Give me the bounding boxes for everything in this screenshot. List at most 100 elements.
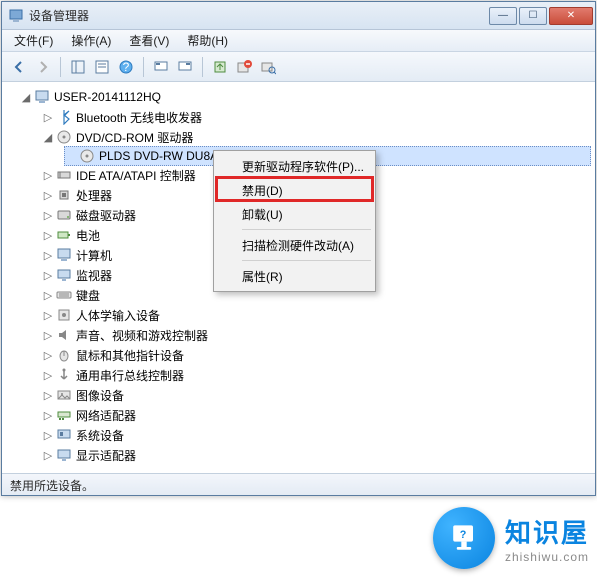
menubar: 文件(F) 操作(A) 查看(V) 帮助(H) bbox=[2, 30, 595, 52]
keyboard-icon bbox=[56, 287, 72, 303]
tree-item-label: 键盘 bbox=[76, 287, 100, 304]
minimize-button[interactable]: — bbox=[489, 7, 517, 25]
tree-item-label: 电池 bbox=[76, 227, 100, 244]
expand-icon[interactable]: ▷ bbox=[42, 449, 54, 462]
svg-text:?: ? bbox=[460, 529, 467, 541]
tree-item-label: Bluetooth 无线电收发器 bbox=[76, 109, 202, 126]
ctx-uninstall[interactable]: 卸载(U) bbox=[216, 202, 373, 226]
tree-item-bluetooth[interactable]: ▷ Bluetooth 无线电收发器 bbox=[42, 107, 591, 127]
disc-icon bbox=[79, 148, 95, 164]
tree-item-label: 监视器 bbox=[76, 267, 112, 284]
titlebar: 设备管理器 — ☐ ✕ bbox=[2, 2, 595, 30]
properties-icon[interactable] bbox=[91, 56, 113, 78]
tree-item-label: 声音、视频和游戏控制器 bbox=[76, 327, 208, 344]
back-button[interactable] bbox=[8, 56, 30, 78]
tree-item-usb[interactable]: ▷ 通用串行总线控制器 bbox=[42, 365, 591, 385]
update-driver-icon[interactable] bbox=[209, 56, 231, 78]
tree-item-sound[interactable]: ▷ 声音、视频和游戏控制器 bbox=[42, 325, 591, 345]
expand-icon[interactable]: ▷ bbox=[42, 369, 54, 382]
battery-icon bbox=[56, 227, 72, 243]
watermark-name: 知识屋 bbox=[505, 513, 589, 550]
tree-item-display[interactable]: ▷显示适配器 bbox=[42, 445, 591, 465]
watermark-badge-icon: ? bbox=[433, 507, 495, 569]
menu-file[interactable]: 文件(F) bbox=[6, 30, 61, 51]
tree-item-label: IDE ATA/ATAPI 控制器 bbox=[76, 167, 196, 184]
context-menu: 更新驱动程序软件(P)... 禁用(D) 卸载(U) 扫描检测硬件改动(A) 属… bbox=[213, 150, 376, 292]
expand-icon[interactable]: ▷ bbox=[42, 329, 54, 342]
watermark: ? 知识屋 zhishiwu.com bbox=[433, 507, 589, 569]
expand-icon[interactable]: ▷ bbox=[42, 169, 54, 182]
uninstall-icon[interactable] bbox=[233, 56, 255, 78]
menu-action[interactable]: 操作(A) bbox=[63, 30, 119, 51]
expand-icon[interactable]: ▷ bbox=[42, 289, 54, 302]
tree-item-hid[interactable]: ▷人体学输入设备 bbox=[42, 305, 591, 325]
window-buttons: — ☐ ✕ bbox=[489, 7, 593, 25]
expand-icon[interactable]: ▷ bbox=[42, 111, 54, 124]
expand-icon[interactable]: ▷ bbox=[42, 349, 54, 362]
expand-icon[interactable]: ▷ bbox=[42, 229, 54, 242]
menu-help[interactable]: 帮助(H) bbox=[179, 30, 236, 51]
expand-icon[interactable]: ▷ bbox=[42, 409, 54, 422]
monitor-icon bbox=[56, 267, 72, 283]
expand-icon[interactable]: ▷ bbox=[42, 189, 54, 202]
ide-icon bbox=[56, 167, 72, 183]
expand-icon[interactable]: ▷ bbox=[42, 269, 54, 282]
menu-view[interactable]: 查看(V) bbox=[121, 30, 177, 51]
sound-icon bbox=[56, 327, 72, 343]
ctx-sep bbox=[242, 260, 371, 261]
toolbar-sep-2 bbox=[143, 57, 144, 77]
tree-item-mouse[interactable]: ▷ 鼠标和其他指针设备 bbox=[42, 345, 591, 365]
display-icon bbox=[56, 447, 72, 463]
tree-item-label: 处理器 bbox=[76, 187, 112, 204]
cpu-icon bbox=[56, 187, 72, 203]
expand-icon[interactable]: ▷ bbox=[42, 249, 54, 262]
tree-root[interactable]: ◢ USER-20141112HQ bbox=[20, 87, 591, 107]
ctx-disable[interactable]: 禁用(D) bbox=[216, 178, 373, 202]
watermark-domain: zhishiwu.com bbox=[505, 550, 589, 564]
tree-item-network[interactable]: ▷ 网络适配器 bbox=[42, 405, 591, 425]
disc-icon bbox=[56, 129, 72, 145]
view-resources-icon[interactable] bbox=[174, 56, 196, 78]
expand-icon[interactable]: ▷ bbox=[42, 309, 54, 322]
maximize-button[interactable]: ☐ bbox=[519, 7, 547, 25]
toolbar-sep bbox=[60, 57, 61, 77]
ctx-properties[interactable]: 属性(R) bbox=[216, 264, 373, 288]
close-button[interactable]: ✕ bbox=[549, 7, 593, 25]
tree-item-label: 网络适配器 bbox=[76, 407, 136, 424]
svg-text:?: ? bbox=[123, 60, 130, 74]
toolbar-sep-3 bbox=[202, 57, 203, 77]
mouse-icon bbox=[56, 347, 72, 363]
bluetooth-icon bbox=[56, 109, 72, 125]
tree-item-label: 通用串行总线控制器 bbox=[76, 367, 184, 384]
ctx-scan-hardware[interactable]: 扫描检测硬件改动(A) bbox=[216, 233, 373, 257]
watermark-text: 知识屋 zhishiwu.com bbox=[505, 513, 589, 564]
tree-item-system[interactable]: ▷ 系统设备 bbox=[42, 425, 591, 445]
expand-icon[interactable]: ▷ bbox=[42, 429, 54, 442]
forward-button[interactable] bbox=[32, 56, 54, 78]
computer-icon bbox=[56, 247, 72, 263]
system-icon bbox=[56, 427, 72, 443]
expand-icon[interactable]: ▷ bbox=[42, 389, 54, 402]
tree-root-label: USER-20141112HQ bbox=[54, 90, 161, 104]
tree-item-label: 系统设备 bbox=[76, 427, 124, 444]
scan-hardware-icon[interactable] bbox=[257, 56, 279, 78]
tree-item-label: 图像设备 bbox=[76, 387, 124, 404]
hid-icon bbox=[56, 307, 72, 323]
collapse-icon[interactable]: ◢ bbox=[42, 131, 54, 144]
statusbar-text: 禁用所选设备。 bbox=[10, 479, 94, 493]
statusbar: 禁用所选设备。 bbox=[2, 473, 595, 495]
tree-item-label: 计算机 bbox=[76, 247, 112, 264]
tree-item-image[interactable]: ▷ 图像设备 bbox=[42, 385, 591, 405]
expand-icon[interactable]: ◢ bbox=[20, 91, 32, 104]
tree-item-label: 鼠标和其他指针设备 bbox=[76, 347, 184, 364]
usb-icon bbox=[56, 367, 72, 383]
show-hide-console-tree-icon[interactable] bbox=[67, 56, 89, 78]
expand-icon[interactable]: ▷ bbox=[42, 209, 54, 222]
help-icon[interactable]: ? bbox=[115, 56, 137, 78]
computer-icon bbox=[34, 89, 50, 105]
tree-item-dvd[interactable]: ◢ DVD/CD-ROM 驱动器 bbox=[42, 127, 591, 147]
ctx-sep bbox=[242, 229, 371, 230]
view-devices-icon[interactable] bbox=[150, 56, 172, 78]
ctx-update-driver[interactable]: 更新驱动程序软件(P)... bbox=[216, 154, 373, 178]
toolbar: ? bbox=[2, 52, 595, 82]
